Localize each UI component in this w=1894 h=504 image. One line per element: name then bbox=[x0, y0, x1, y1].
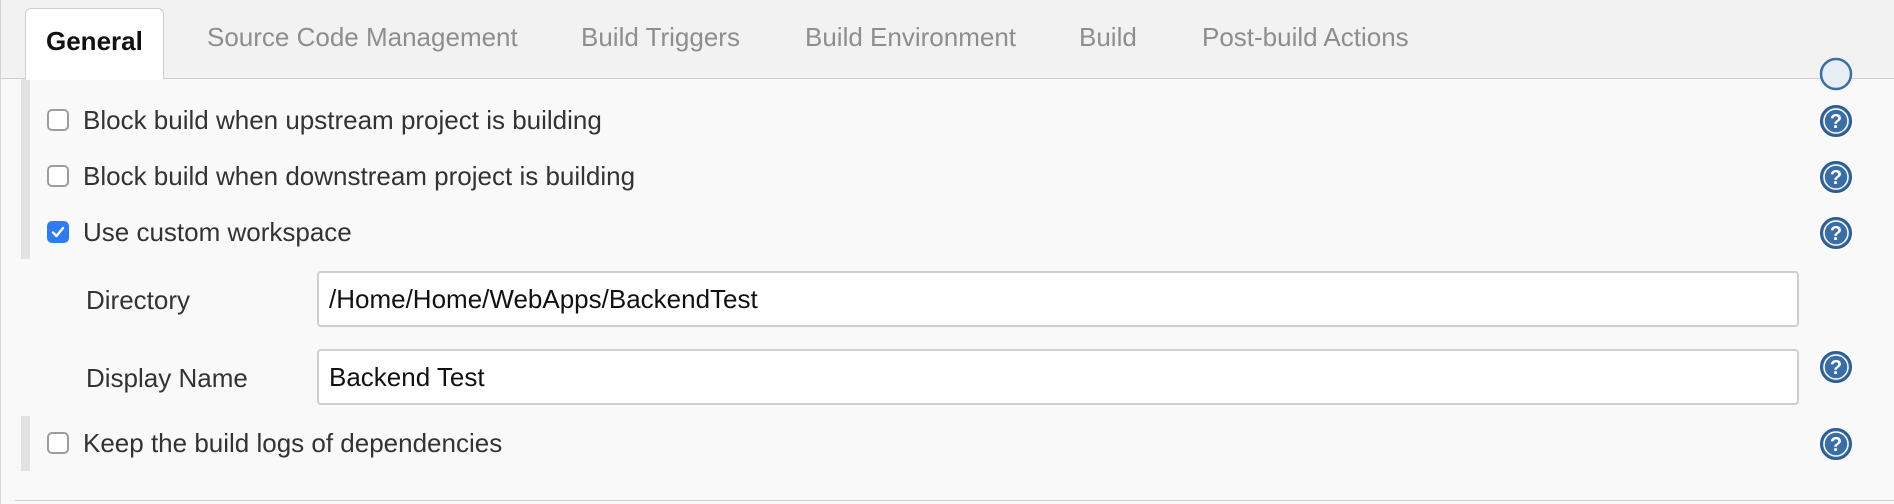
use-custom-workspace-label: Use custom workspace bbox=[83, 217, 352, 247]
use-custom-workspace-checkbox[interactable] bbox=[47, 221, 69, 243]
section-divider bbox=[15, 500, 1894, 501]
help-icon[interactable]: ? bbox=[1819, 427, 1853, 461]
tab-general[interactable]: General bbox=[25, 8, 164, 80]
block-downstream-label: Block build when downstream project is b… bbox=[83, 161, 636, 191]
svg-text:?: ? bbox=[1830, 357, 1842, 379]
keep-build-logs-checkbox[interactable] bbox=[47, 432, 69, 454]
directory-label: Directory bbox=[86, 285, 191, 315]
help-icon[interactable]: ? bbox=[1819, 350, 1853, 384]
tab-source-code-management[interactable]: Source Code Management bbox=[207, 22, 518, 53]
tab-build[interactable]: Build bbox=[1079, 22, 1137, 53]
tab-build-triggers[interactable]: Build Triggers bbox=[581, 22, 740, 53]
display-name-input[interactable] bbox=[317, 349, 1799, 405]
section-indicator bbox=[21, 79, 30, 259]
keep-build-logs-label: Keep the build logs of dependencies bbox=[83, 428, 503, 458]
svg-text:?: ? bbox=[1830, 223, 1842, 245]
job-config-panel: General Source Code Management Build Tri… bbox=[0, 0, 1894, 504]
help-icon[interactable] bbox=[1819, 57, 1853, 91]
svg-text:?: ? bbox=[1830, 111, 1842, 133]
directory-input[interactable] bbox=[317, 271, 1799, 327]
help-icon[interactable]: ? bbox=[1819, 104, 1853, 138]
general-section: Block build when upstream project is bui… bbox=[1, 57, 1894, 504]
display-name-label: Display Name bbox=[86, 363, 248, 393]
block-upstream-checkbox[interactable] bbox=[47, 109, 69, 131]
help-icon[interactable]: ? bbox=[1819, 216, 1853, 250]
section-indicator bbox=[21, 416, 30, 471]
block-upstream-label: Block build when upstream project is bui… bbox=[83, 105, 602, 135]
tab-build-environment[interactable]: Build Environment bbox=[805, 22, 1016, 53]
tab-post-build-actions[interactable]: Post-build Actions bbox=[1202, 22, 1409, 53]
svg-text:?: ? bbox=[1830, 434, 1842, 456]
config-tab-bar: General Source Code Management Build Tri… bbox=[1, 0, 1894, 80]
block-downstream-checkbox[interactable] bbox=[47, 165, 69, 187]
help-icon[interactable]: ? bbox=[1819, 160, 1853, 194]
svg-text:?: ? bbox=[1830, 167, 1842, 189]
checkmark-icon bbox=[51, 226, 65, 238]
